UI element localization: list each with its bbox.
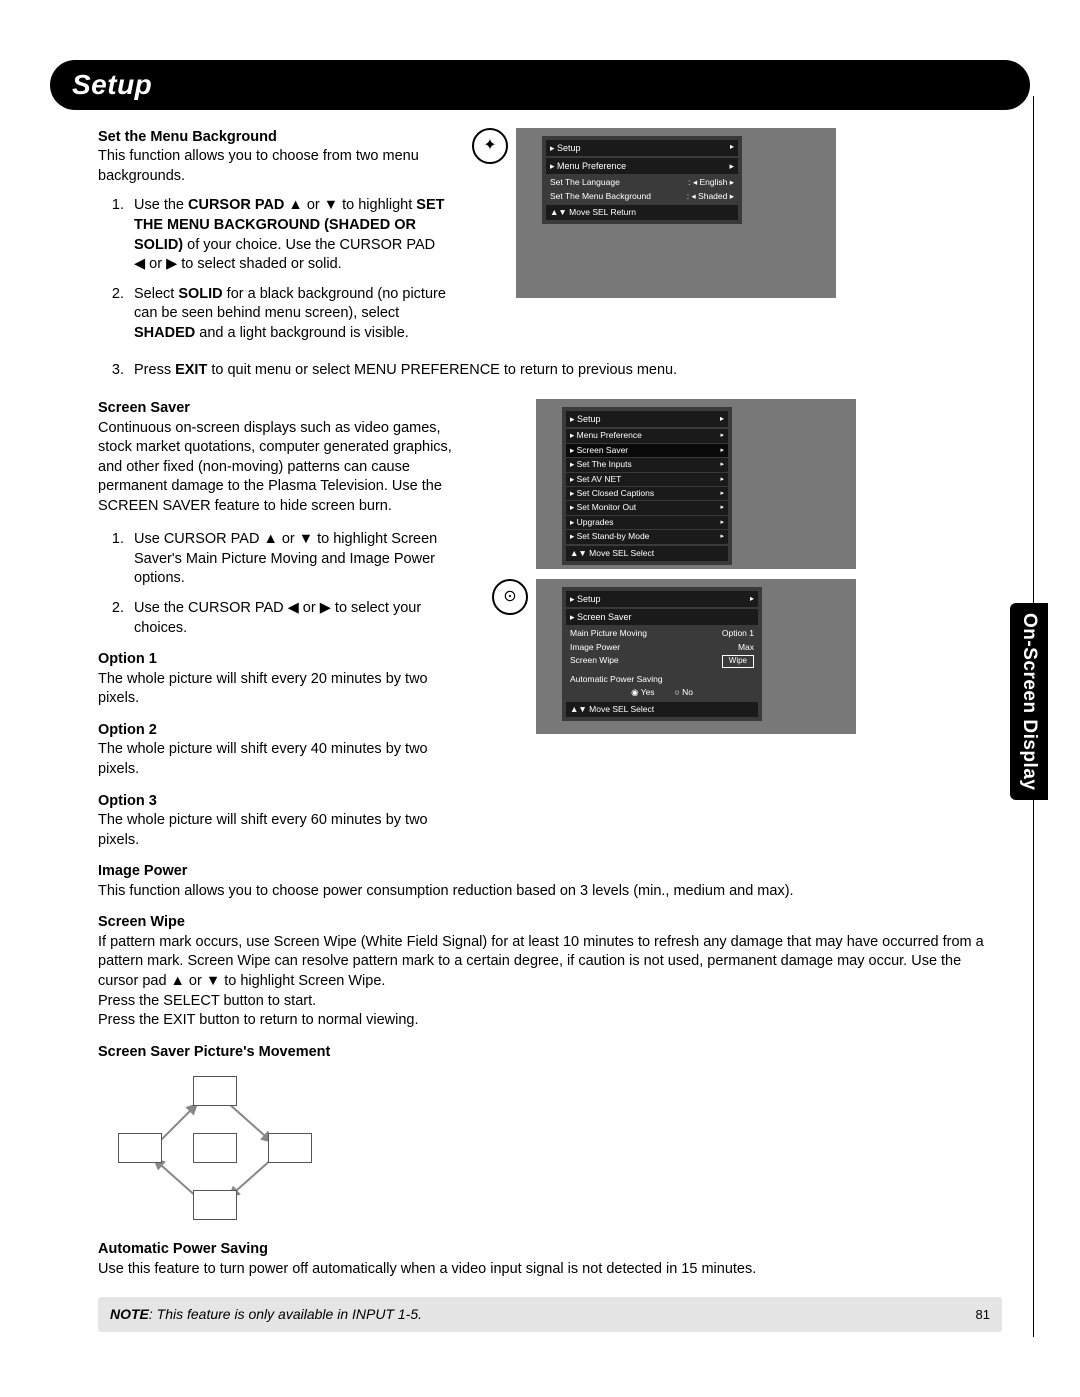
smb-step3: Press EXIT to quit menu or select MENU P…: [128, 361, 1002, 381]
opt1-t: The whole picture will shift every 20 mi…: [98, 670, 468, 709]
screen-wipe-t3: Press the EXIT button to return to norma…: [98, 1011, 1002, 1031]
auto-power-h: Automatic Power Saving: [98, 1240, 1002, 1260]
movement-diagram: [98, 1068, 318, 1228]
page-number: 81: [976, 1306, 990, 1324]
movement-h: Screen Saver Picture's Movement: [98, 1043, 1002, 1063]
cursor-pad-icon: ✦: [472, 128, 508, 164]
ss-step1: Use CURSOR PAD ▲ or ▼ to highlight Scree…: [128, 530, 468, 589]
opt3-t: The whole picture will shift every 60 mi…: [98, 811, 468, 850]
screen-wipe-t: If pattern mark occurs, use Screen Wipe …: [98, 933, 1002, 992]
note-bar: NOTE: This feature is only available in …: [98, 1297, 1002, 1332]
ss-step2: Use the CURSOR PAD ◀ or ▶ to select your…: [128, 599, 468, 638]
page-header: Setup: [50, 60, 1030, 110]
page-title: Setup: [72, 69, 152, 100]
osd-screenshot-1: ▸ Setup▸ ▸ Menu Preference▸ Set The Lang…: [516, 128, 836, 298]
opt3-h: Option 3: [98, 792, 468, 812]
screen-saver-intro: Continuous on-screen displays such as vi…: [98, 419, 468, 517]
opt1-h: Option 1: [98, 650, 468, 670]
set-menu-bg-heading: Set the Menu Background: [98, 128, 448, 148]
image-power-h: Image Power: [98, 862, 1002, 882]
osd-screenshot-2: ▸ Setup▸ ▸ Menu Preference▸ ▸ Screen Sav…: [536, 399, 856, 569]
screen-saver-heading: Screen Saver: [98, 399, 468, 419]
smb-step1: Use the CURSOR PAD ▲ or ▼ to highlight S…: [128, 196, 448, 274]
cursor-pad-icon: ⊙: [492, 579, 528, 615]
image-power-t: This function allows you to choose power…: [98, 882, 1002, 902]
osd-screenshot-3: ▸ Setup▸ ▸ Screen Saver Main Picture Mov…: [536, 579, 856, 734]
screen-wipe-h: Screen Wipe: [98, 913, 1002, 933]
opt2-h: Option 2: [98, 721, 468, 741]
side-tab: On-Screen Display: [1010, 603, 1048, 800]
set-menu-bg-intro: This function allows you to choose from …: [98, 147, 448, 186]
opt2-t: The whole picture will shift every 40 mi…: [98, 740, 468, 779]
auto-power-t: Use this feature to turn power off autom…: [98, 1260, 1002, 1280]
screen-wipe-t2: Press the SELECT button to start.: [98, 992, 1002, 1012]
smb-step2: Select SOLID for a black background (no …: [128, 285, 448, 344]
